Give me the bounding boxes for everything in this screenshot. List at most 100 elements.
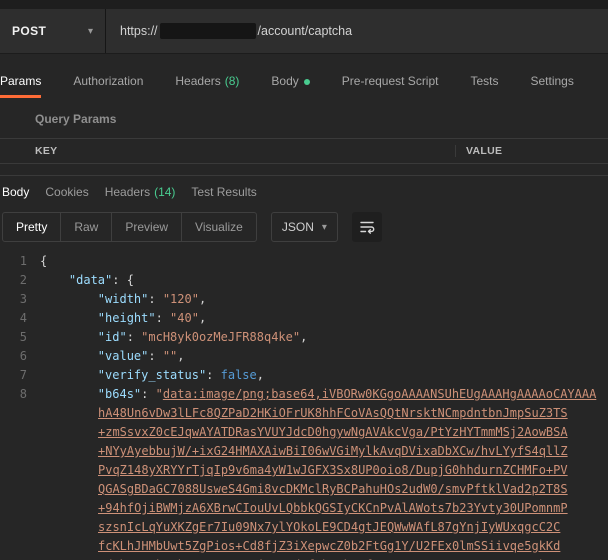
url-input[interactable]: https:// /account/captcha: [106, 9, 608, 53]
line-number: [0, 423, 40, 442]
code-line: 8 "b64s": "data:image/png;base64,iVBORw0…: [0, 385, 608, 404]
code-text: "id": "mcH8yk0ozMeJFR88q4ke",: [97, 330, 308, 344]
line-number: 3: [19, 292, 27, 306]
code-text: +NYyAyebbujW/+ixG24HMAXAiwBiI06wVGiMylkA…: [98, 444, 568, 458]
line-number: 1: [19, 254, 27, 268]
query-params-title: Query Params: [35, 112, 117, 126]
mode-preview[interactable]: Preview: [112, 213, 183, 241]
line-number: 4: [19, 311, 27, 325]
tab-tests[interactable]: Tests: [470, 74, 498, 98]
line-number: 6: [19, 349, 27, 363]
window-top-strip: [0, 0, 608, 9]
tab-params[interactable]: Params: [0, 74, 42, 98]
line-number: 7: [19, 368, 27, 382]
code-text: "verify_status": false,: [97, 368, 264, 382]
body-active-dot-icon: [303, 78, 310, 85]
wrap-lines-button[interactable]: [351, 212, 382, 242]
language-dropdown[interactable]: JSON ▾: [270, 212, 338, 242]
code-wrapped-line: PvqZ148yXRYYrTjqIp9v6ma4yW1wJGFX3Sx8UP0o…: [0, 461, 608, 480]
query-params-header: KEY VALUE: [0, 138, 608, 164]
line-number: 2: [19, 273, 27, 287]
request-url-bar: POST ▾ https:// /account/captcha: [0, 9, 608, 54]
code-text: +94hfOjiBWMjzA6XBrwCIouUvLQbbkQGSIyCKCnP…: [98, 501, 568, 515]
response-tabs: Body Cookies Headers (14) Test Results: [0, 176, 608, 208]
code-wrapped-line: szsnIcLqYuXKZgEr7Iu09Nx7ylYOkoLE9CD4gtJE…: [0, 518, 608, 537]
tab-settings[interactable]: Settings: [531, 74, 574, 98]
response-tab-cookies[interactable]: Cookies: [45, 185, 88, 199]
viewer-toolbar: Pretty Raw Preview Visualize JSON ▾: [0, 208, 608, 242]
code-text: "b64s": "data:image/png;base64,iVBORw0KG…: [97, 387, 597, 401]
tab-label: Pre-request Script: [341, 74, 439, 88]
request-tabs: Params Authorization Headers (8) Body Pre-req…: [0, 54, 608, 98]
code-line: 4 "height": "40",: [0, 309, 608, 328]
tab-pre-request-script[interactable]: Pre-request Script: [342, 74, 439, 98]
line-number: [0, 556, 40, 560]
postman-window: POST ▾ https:// /account/captcha Params A…: [0, 0, 608, 560]
code-area: 1{2 "data": {3 "width": "120", 4 "height"…: [0, 252, 608, 560]
response-tab-headers[interactable]: Headers (14): [105, 185, 176, 199]
code-text: hA48Un6vDw3lLFc8QZPaD2HKiOFrUK8hhFCoVAsQ…: [98, 406, 568, 420]
url-redacted-block: [159, 23, 256, 39]
code-line: 6 "value": "",: [0, 347, 608, 366]
chevron-down-icon: ▾: [321, 221, 327, 233]
code-line: 3 "width": "120",: [0, 290, 608, 309]
code-line: 1{: [0, 252, 608, 271]
tab-label: Authorization: [73, 74, 144, 88]
method-dropdown[interactable]: POST ▾: [0, 9, 106, 53]
tab-count-badge: (8): [224, 74, 240, 88]
mode-raw[interactable]: Raw: [61, 213, 113, 241]
code-wrapped-line: +NYyAyebbujW/+ixG24HMAXAiwBiI06wVGiMylkA…: [0, 442, 608, 461]
code-wrapped-line: hA48Un6vDw3lLFc8QZPaD2HKiOFrUK8hhFCoVAsQ…: [0, 404, 608, 423]
line-number: [0, 442, 40, 461]
url-scheme: https://: [120, 24, 158, 38]
code-line: 5 "id": "mcH8yk0ozMeJFR88q4ke",: [0, 328, 608, 347]
code-text: PvqZ148yXRYYrTjqIp9v6ma4yW1wJGFX3Sx8UP0o…: [98, 463, 568, 477]
response-tab-body[interactable]: Body: [2, 185, 29, 199]
tab-label: Cookies: [45, 185, 89, 199]
url-path: /account/captcha: [257, 24, 353, 38]
code-line: 7 "verify_status": false,: [0, 366, 608, 385]
code-text: "width": "120",: [97, 292, 207, 306]
code-wrapped-line: QGASgBDaGC7088UsweS4Gmi8vcDKMclRyBCPahuH…: [0, 480, 608, 499]
response-divider: [0, 164, 608, 176]
tab-label: Test Results: [191, 185, 257, 199]
tab-label: Headers: [104, 185, 151, 199]
tab-headers[interactable]: Headers (8): [175, 74, 239, 98]
code-text: +dSbeGa2kKmk2etVeDE9PHjGmoOdYfshJyhxFfKy…: [40, 556, 560, 560]
tab-body[interactable]: Body: [271, 74, 310, 98]
tab-label: Headers: [175, 74, 221, 88]
code-wrapped-line: fcKLhJHMbUwt5ZgPios+Cd8fjZ3iXepwcZ0b2FtG…: [0, 537, 608, 556]
code-text: szsnIcLqYuXKZgEr7Iu09Nx7ylYOkoLE9CD4gtJE…: [98, 520, 561, 534]
line-number: [0, 404, 40, 423]
mode-visualize[interactable]: Visualize: [182, 213, 256, 241]
mode-pretty[interactable]: Pretty: [3, 213, 62, 241]
method-label: POST: [12, 24, 47, 38]
response-tab-test-results[interactable]: Test Results: [191, 185, 256, 199]
tab-label: Body: [2, 185, 30, 199]
tab-authorization[interactable]: Authorization: [73, 74, 143, 98]
code-text: "value": "",: [97, 349, 185, 363]
column-header-key: KEY: [35, 145, 58, 157]
code-text: "height": "40",: [97, 311, 207, 325]
line-number: 5: [19, 330, 27, 344]
column-header-value: VALUE: [455, 145, 608, 157]
language-label: JSON: [281, 220, 314, 234]
code-wrapped-line: +zmSsvxZ0cEJqwAYATDRasYVUYJdcD0hgywNgAVA…: [0, 423, 608, 442]
line-number: 8: [19, 387, 27, 401]
line-number: [0, 499, 40, 518]
tab-count-badge: (14): [154, 185, 176, 199]
tab-label: Body: [271, 74, 299, 88]
chevron-down-icon: ▾: [87, 25, 93, 37]
code-text: +zmSsvxZ0cEJqwAYATDRasYVUYJdcD0hgywNgAVA…: [98, 425, 568, 439]
code-text: "data": {: [68, 273, 134, 287]
code-text: QGASgBDaGC7088UsweS4Gmi8vcDKMclRyBCPahuH…: [98, 482, 568, 496]
word-wrap-icon: [360, 221, 375, 234]
line-number: [0, 518, 40, 537]
code-wrapped-line: +dSbeGa2kKmk2etVeDE9PHjGmoOdYfshJyhxFfKy…: [0, 556, 608, 560]
code-text: {: [40, 254, 48, 268]
tab-label: Settings: [530, 74, 574, 88]
tab-label: Tests: [470, 74, 499, 88]
tab-label: Params: [0, 74, 42, 88]
line-number: [0, 461, 40, 480]
code-wrapped-line: +94hfOjiBWMjzA6XBrwCIouUvLQbbkQGSIyCKCnP…: [0, 499, 608, 518]
